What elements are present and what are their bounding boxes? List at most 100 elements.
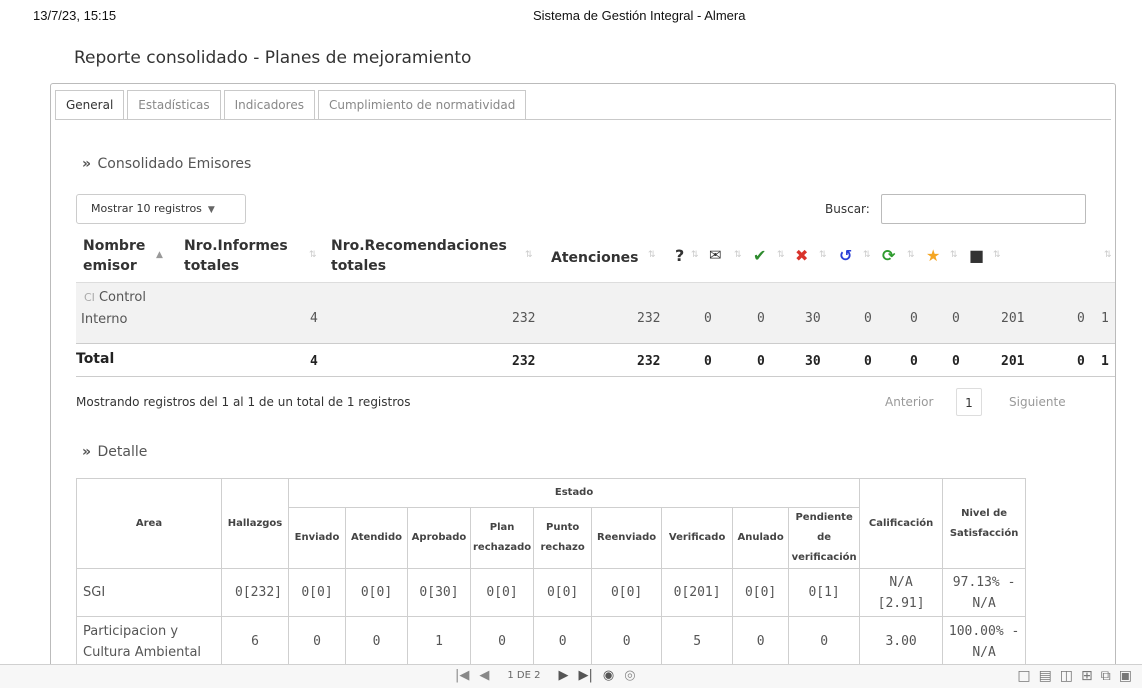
star-icon[interactable]: ★ [926,246,940,265]
tab-indicadores[interactable]: Indicadores [223,90,315,120]
cell-plan-rechazado: 0 [469,616,535,667]
cell-anulado: 0[0] [732,568,790,617]
sort-icon: ⇅ [525,250,533,260]
calif-line1: N/A [889,574,913,590]
sort-icon: ⇅ [1104,250,1112,260]
single-page-view-icon[interactable]: □ [1017,668,1030,684]
nivel-line2: N/A [972,595,996,611]
sort-icon: ⇅ [993,250,1001,260]
envelope-icon[interactable]: ✉ [709,246,722,264]
records-per-page-value: Mostrar 10 registros [91,202,202,215]
records-per-page-select[interactable]: Mostrar 10 registros ▼ [76,194,246,224]
cell-enviado: 0 [288,616,346,667]
total-recomendaciones: 232 [512,354,536,369]
col-header-informes-line1: Nro.Informes [184,238,288,254]
total-star: 201 [1001,354,1025,369]
col-header-estado: Estado [287,478,861,508]
cell-question: 0 [704,311,712,326]
records-info: Mostrando registros del 1 al 1 de un tot… [76,395,411,409]
cell-verificado: 0[201] [661,568,734,617]
two-page-view-icon[interactable]: ◫ [1060,668,1073,684]
col-header-plan-rechazado: Plan rechazado [469,507,535,569]
check-icon[interactable]: ✔ [753,246,766,265]
col-header-nro-informes[interactable]: Nro.Informes totales [184,236,288,276]
cell-envelope: 0 [757,311,765,326]
previous-page-icon[interactable]: ◀ [479,668,489,683]
forward-circle-icon[interactable]: ◎ [624,668,635,683]
section-consolidado-emisores: » Consolidado Emisores [82,156,251,172]
col-header-recom-line1: Nro.Recomendaciones [331,238,507,254]
table-row [76,282,1115,344]
close-icon[interactable]: ✖ [795,246,808,265]
search-label: Buscar: [825,202,870,216]
sort-icon: ⇅ [309,250,317,260]
cell-hallazgos: 6 [221,616,289,667]
area-line2: Cultura Ambiental [83,644,202,660]
double-chevron-right-icon: » [82,156,92,172]
first-page-icon[interactable]: |◀ [455,668,469,683]
cell-recomendaciones: 232 [512,311,536,326]
col-header-verificado: Verificado [661,507,734,569]
cell-close: 0 [864,311,872,326]
col-header-nombre-line1: Nombre [83,238,146,254]
presentation-view-icon[interactable]: ⧉ [1101,668,1111,684]
square-icon[interactable]: ■ [969,246,984,265]
last-page-icon[interactable]: ▶| [579,668,593,683]
col-header-punto-rechazo: Punto rechazo [533,507,593,569]
caret-down-icon: ▼ [207,205,215,215]
col-header-area: Area [76,478,222,569]
sort-icon: ⇅ [950,250,958,260]
tab-general[interactable]: General [55,90,125,120]
total-question: 0 [704,354,712,369]
cell-enviado: 0[0] [288,568,346,617]
nivel-line1: 100.00% - [948,623,1020,639]
col-header-nro-recomendaciones[interactable]: Nro.Recomendaciones totales [331,236,507,276]
cell-atendido: 0[0] [345,568,408,617]
punto-header-line2: rechazo [540,542,585,553]
back-circle-icon[interactable]: ◉ [603,668,614,683]
col-header-atendido: Atendido [345,507,408,569]
col-header-aprobado: Aprobado [407,507,471,569]
question-icon[interactable]: ? [675,246,684,265]
cell-star: 201 [1001,311,1025,326]
sort-icon: ⇅ [863,250,871,260]
table-row: Participacion y Cultura Ambiental 6 0 0 … [76,616,1027,667]
next-page-icon[interactable]: ▶ [559,668,569,683]
area-line1: Participacion y [83,623,179,639]
cell-aprobado: 1 [407,616,471,667]
pager-previous[interactable]: Anterior [885,395,933,409]
print-system-title: Sistema de Gestión Integral - Almera [533,8,746,23]
cell-informes: 4 [310,311,318,326]
cell-punto-rechazo: 0[0] [533,568,593,617]
sort-icon: ⇅ [777,250,785,260]
cell-extra: 1 [1101,311,1109,326]
total-check: 30 [805,354,821,369]
cell-refresh: 0 [952,311,960,326]
continuous-view-icon[interactable]: ▤ [1039,668,1052,684]
pager-next[interactable]: Siguiente [1009,395,1066,409]
cell-pendiente: 0[1] [788,568,861,617]
tab-bar: General Estadísticas Indicadores Cumplim… [55,90,529,120]
tab-estadisticas[interactable]: Estadísticas [127,90,221,120]
sort-icon: ⇅ [819,250,827,260]
search-input[interactable] [881,194,1086,224]
sort-icon: ⇅ [648,250,656,260]
pager-current-page[interactable]: 1 [956,388,982,416]
total-close: 0 [864,354,872,369]
col-header-pendiente-verificacion: Pendiente de verificación [788,507,861,569]
total-atenciones: 232 [637,354,661,369]
nivel-line2: N/A [972,644,996,660]
total-envelope: 0 [757,354,765,369]
refresh-icon[interactable]: ⟳ [882,246,895,265]
undo-icon[interactable]: ↺ [839,246,852,265]
grid-view-icon[interactable]: ⊞ [1081,668,1093,684]
cell-square: 0 [1077,311,1085,326]
tab-divider [55,119,1111,120]
pdf-toolbar: |◀ ◀ 1 DE 2 ▶ ▶| ◉ ◎ □ ▤ ◫ ⊞ ⧉ ▣ [0,664,1142,688]
col-header-atenciones[interactable]: Atenciones [551,248,639,268]
total-divider [76,376,1115,377]
col-header-nombre-emisor[interactable]: Nombre emisor [83,236,145,276]
fit-view-icon[interactable]: ▣ [1119,668,1132,684]
print-datetime: 13/7/23, 15:15 [33,8,117,23]
tab-cumplimiento-normatividad[interactable]: Cumplimiento de normatividad [317,90,527,120]
